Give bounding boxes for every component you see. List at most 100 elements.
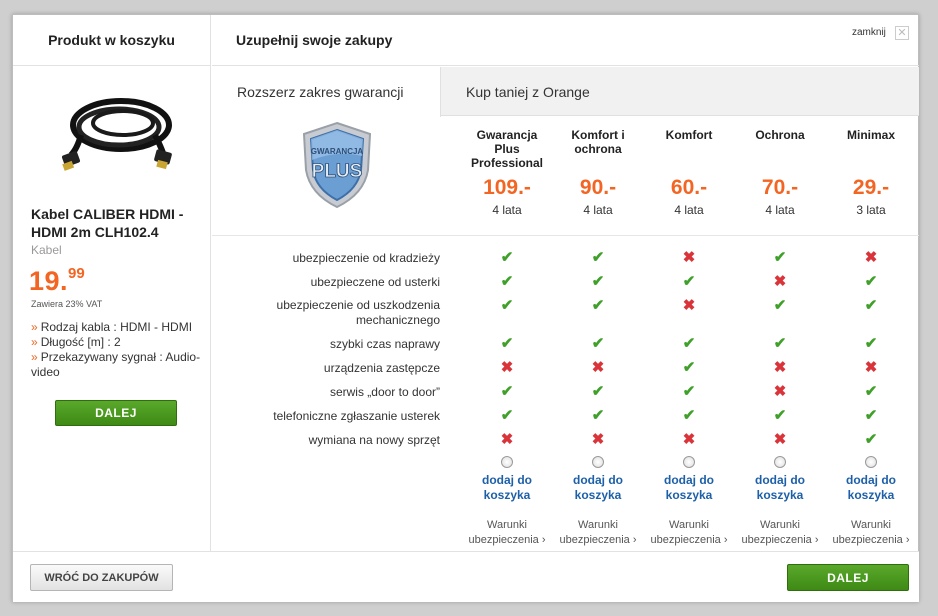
plan-column: Komfort i ochrona 90.- 4 lata [558,128,638,217]
plan-column: Ochrona 70.- 4 lata [740,128,820,217]
check-icon: ✔ [682,335,696,352]
shield-line1: GWARANCJA [311,147,364,156]
plan-radio[interactable] [501,456,513,468]
plan-column: Gwarancja Plus Professional 109.- 4 lata [467,128,547,217]
plan-name: Ochrona [755,128,805,142]
check-icon: ✔ [682,359,696,376]
cross-icon: ✖ [500,359,514,376]
close-icon[interactable]: ✕ [895,26,909,40]
check-icon: ✔ [500,335,514,352]
plan-years: 4 lata [674,203,704,217]
price-integer: 19. [29,266,69,296]
warranty-shield-icon: GWARANCJA PLUS [302,121,372,209]
check-icon: ✔ [864,383,878,400]
check-icon: ✔ [864,297,878,314]
insurance-terms-link[interactable]: Warunki ubezpieczenia › [462,518,552,548]
plan-price: 90.- [579,176,617,199]
price-decimal: 99 [68,265,85,282]
cross-icon: ✖ [591,431,605,448]
check-icon: ✔ [864,431,878,448]
add-to-cart-link[interactable]: dodaj do koszyka [558,473,638,503]
plan-radio[interactable] [683,456,695,468]
vat-note: Zawiera 23% VAT [31,299,103,309]
insurance-terms-link[interactable]: Warunki ubezpieczenia › [553,518,643,548]
check-icon: ✔ [500,407,514,424]
check-icon: ✔ [591,407,605,424]
add-to-cart-link[interactable]: dodaj do koszyka [831,473,911,503]
check-icon: ✔ [682,383,696,400]
cross-icon: ✖ [773,431,787,448]
feature-label: ubezpieczene od usterki [310,275,440,289]
back-to-shopping-button[interactable]: WRÓĆ DO ZAKUPÓW [30,564,173,591]
next-button-left[interactable]: DALEJ [55,400,177,426]
arrow-icon: » [31,320,38,334]
next-button[interactable]: DALEJ [787,564,909,591]
cross-icon: ✖ [682,297,696,314]
cart-panel-title: Produkt w koszyku [13,15,210,66]
plan-years: 3 lata [856,203,886,217]
feature-label: urządzenia zastępcze [323,361,440,375]
feature-label: telefoniczne zgłaszanie usterek [273,409,440,423]
insurance-terms-link[interactable]: Warunki ubezpieczenia › [644,518,734,548]
spec-item: » Długość [m] : 2 [31,335,121,349]
modal-footer: WRÓĆ DO ZAKUPÓW DALEJ [13,551,919,602]
shield-line2: PLUS [312,161,363,182]
cross-icon: ✖ [773,383,787,400]
spec-item: » Przekazywany sygnał : Audio-video [31,350,201,379]
upsell-modal: Produkt w koszyku Kabel CALIBER HDMI - H… [12,14,919,602]
check-icon: ✔ [500,249,514,266]
tab-extend-warranty[interactable]: Rozszerz zakres gwarancji [212,67,441,117]
plan-price: 109.- [483,176,531,199]
insurance-terms-link[interactable]: Warunki ubezpieczenia › [735,518,825,548]
cross-icon: ✖ [773,359,787,376]
add-to-cart-link[interactable]: dodaj do koszyka [740,473,820,503]
check-icon: ✔ [591,249,605,266]
product-category: Kabel [31,243,62,257]
feature-label: ubezpieczenie od uszkodzenia mechaniczne… [276,298,440,327]
check-icon: ✔ [591,273,605,290]
plan-radio[interactable] [774,456,786,468]
check-icon: ✔ [773,407,787,424]
spec-item: » Rodzaj kabla : HDMI - HDMI [31,320,193,334]
plan-name: Minimax [846,128,895,142]
plan-name: Komfort i ochrona [571,128,625,156]
plan-years: 4 lata [492,203,522,217]
product-image [61,98,172,171]
check-icon: ✔ [591,297,605,314]
plan-price: 70.- [761,176,799,199]
feature-label: szybki czas naprawy [329,337,440,351]
check-icon: ✔ [773,249,787,266]
product-name[interactable]: Kabel CALIBER HDMI - HDMI 2m CLH102.4 [31,205,201,241]
plan-radio[interactable] [592,456,604,468]
plan-price: 60.- [670,176,708,199]
insurance-terms-link[interactable]: Warunki ubezpieczenia › [826,518,916,548]
check-icon: ✔ [682,273,696,290]
check-icon: ✔ [864,335,878,352]
arrow-icon: » [31,335,38,349]
close-label[interactable]: zamknij [852,27,886,38]
feature-label: serwis „door to door” [329,385,440,399]
check-icon: ✔ [773,335,787,352]
product-price: 19.99 [29,265,85,297]
add-to-cart-link[interactable]: dodaj do koszyka [467,473,547,503]
check-icon: ✔ [500,383,514,400]
check-icon: ✔ [500,273,514,290]
upsell-header: Uzupełnij swoje zakupy zamknij ✕ [212,15,919,66]
tab-bar: Rozszerz zakres gwarancji Kup taniej z O… [212,67,919,117]
cross-icon: ✖ [864,359,878,376]
tab-orange[interactable]: Kup taniej z Orange [466,67,590,116]
plan-name: Gwarancja Plus Professional [470,128,544,170]
plan-column: Komfort 60.- 4 lata [649,128,729,217]
arrow-icon: » [31,350,38,364]
plan-radio[interactable] [865,456,877,468]
plan-years: 4 lata [765,203,795,217]
cross-icon: ✖ [864,249,878,266]
check-icon: ✔ [591,335,605,352]
check-icon: ✔ [682,407,696,424]
cross-icon: ✖ [500,431,514,448]
check-icon: ✔ [773,297,787,314]
cross-icon: ✖ [773,273,787,290]
add-to-cart-link[interactable]: dodaj do koszyka [649,473,729,503]
check-icon: ✔ [500,297,514,314]
upsell-title: Uzupełnij swoje zakupy [236,32,393,48]
